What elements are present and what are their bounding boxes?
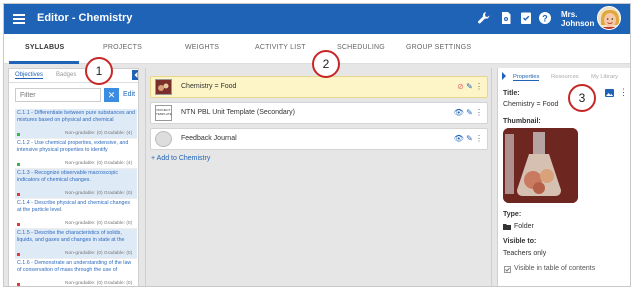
row-actions: 👁 ✎ ⋮ — [454, 134, 483, 143]
filter-input[interactable] — [15, 88, 101, 102]
content-row-chemistry-food[interactable]: Chemistry = Food ⊘ ✎ ⋮ — [150, 76, 488, 98]
standard-text: C.1.1 - Differentiate between pure subst… — [17, 110, 135, 123]
top-bar: Editor - Chemistry ? Mrs. Johnson — [4, 4, 630, 34]
clear-filter-icon[interactable]: ✕ — [104, 88, 119, 102]
user-name-line2: Johnson — [561, 19, 595, 28]
user-name[interactable]: Mrs. Johnson — [561, 10, 594, 28]
wrench-icon[interactable] — [477, 11, 491, 25]
thumbnail-image[interactable] — [503, 128, 578, 203]
status-dot-icon — [17, 163, 20, 166]
more-options-icon[interactable]: ⋮ — [619, 87, 628, 98]
more-options-icon[interactable]: ⋮ — [475, 134, 483, 143]
status-dot-icon — [17, 193, 20, 196]
content-row-feedback-journal[interactable]: Feedback Journal 👁 ✎ ⋮ — [150, 128, 488, 150]
callout-3: 3 — [568, 84, 596, 112]
app-window: Editor - Chemistry ? Mrs. Johnson SYLLAB… — [3, 3, 631, 287]
type-label: Type: — [503, 211, 522, 218]
tab-weights[interactable]: WEIGHTS — [185, 44, 219, 51]
active-tab-indicator — [9, 61, 79, 64]
list-item[interactable]: C.1.6 - Demonstrate an understanding of … — [15, 259, 137, 286]
title-label: Title: — [503, 90, 520, 97]
collapse-left-icon[interactable] — [132, 70, 139, 80]
standards-panel-tabs: Objectives Badges — [9, 69, 139, 83]
row-actions: 👁 ✎ ⋮ — [454, 108, 483, 117]
tab-projects[interactable]: PROJECTS — [103, 44, 142, 51]
checklist-icon[interactable] — [519, 11, 533, 25]
edit-standards-link[interactable]: Edit — [123, 91, 135, 98]
list-item[interactable]: C.1.1 - Differentiate between pure subst… — [15, 109, 137, 139]
tab-objectives[interactable]: Objectives — [15, 72, 44, 79]
tab-properties[interactable]: Properties — [513, 74, 540, 81]
status-dot-icon — [17, 223, 20, 226]
standard-text: C.1.3 - Recognize observable macroscopic… — [17, 170, 118, 183]
more-options-icon[interactable]: ⋮ — [475, 108, 483, 117]
visibility-icon[interactable]: 👁 — [454, 134, 464, 143]
journal-icon — [155, 131, 172, 147]
callout-2: 2 — [312, 50, 340, 78]
row-actions: ⊘ ✎ ⋮ — [457, 82, 483, 91]
standard-counts: Non-gradable: (0) Gradable: (4) — [65, 161, 133, 166]
status-dot-icon — [17, 283, 20, 286]
project-content-panel: Chemistry = Food ⊘ ✎ ⋮ PROJECT TEMPLATE … — [145, 68, 492, 286]
tab-badges[interactable]: Badges — [56, 72, 76, 78]
standard-counts: Non-gradable: (0) Gradable: (0) — [65, 191, 133, 196]
status-dot-icon — [17, 253, 20, 256]
toc-visibility-label: Visible in table of contents — [514, 265, 596, 272]
svg-text:?: ? — [542, 13, 548, 23]
visibility-icon[interactable]: 👁 — [454, 108, 464, 117]
tab-my-library[interactable]: My Library — [591, 74, 618, 80]
callout-1: 1 — [85, 57, 113, 85]
template-thumbnail-text: PROJECT TEMPLATE — [156, 108, 172, 116]
edit-pencil-icon[interactable]: ✎ — [466, 82, 473, 91]
image-icon[interactable] — [605, 89, 614, 97]
avatar[interactable] — [597, 6, 621, 30]
edit-pencil-icon[interactable]: ✎ — [466, 134, 473, 143]
standards-list: C.1.1 - Differentiate between pure subst… — [15, 109, 137, 286]
expand-right-icon[interactable] — [501, 72, 507, 80]
visible-to-label: Visible to: — [503, 238, 537, 245]
add-to-chemistry-link[interactable]: + Add to Chemistry — [151, 155, 210, 162]
title-value[interactable]: Chemistry = Food — [503, 101, 558, 108]
standard-text: C.1.6 - Demonstrate an understanding of … — [17, 260, 132, 273]
tab-group-settings[interactable]: GROUP SETTINGS — [406, 44, 471, 51]
standard-counts: Non-gradable: (0) Gradable: (0) — [65, 251, 133, 256]
standard-text: C.1.4 - Describe physical and chemical c… — [17, 200, 131, 213]
visible-to-value[interactable]: Teachers only — [503, 250, 546, 257]
type-value: Folder — [514, 223, 534, 230]
thumbnail-label: Thumbnail: — [503, 118, 541, 125]
list-item[interactable]: C.1.4 - Describe physical and chemical c… — [15, 199, 137, 229]
row-title: Feedback Journal — [181, 135, 237, 142]
status-dot-icon — [17, 133, 20, 136]
tab-syllabus[interactable]: SYLLABUS — [25, 44, 64, 51]
tab-resources[interactable]: Resources — [551, 74, 579, 80]
content-row-pbl-template[interactable]: PROJECT TEMPLATE NTN PBL Unit Template (… — [150, 102, 488, 124]
help-icon[interactable]: ? — [538, 11, 552, 25]
document-preview-icon[interactable] — [499, 11, 513, 25]
standard-text: C.1.2 - Use chemical properties, extensi… — [17, 140, 129, 153]
standard-counts: Non-gradable: (0) Gradable: (0) — [65, 281, 133, 286]
list-item[interactable]: C.1.2 - Use chemical properties, extensi… — [15, 139, 137, 169]
standard-counts: Non-gradable: (0) Gradable: (0) — [65, 221, 133, 226]
template-thumbnail: PROJECT TEMPLATE — [155, 105, 172, 121]
standards-panel: Objectives Badges ✕ Edit C.1.1 - Differe… — [8, 68, 139, 286]
row-title: NTN PBL Unit Template (Secondary) — [181, 109, 295, 116]
folder-icon — [503, 224, 511, 230]
visibility-off-icon[interactable]: ⊘ — [457, 82, 464, 91]
app-title: Editor - Chemistry — [37, 12, 133, 24]
checkbox-checked-icon[interactable] — [504, 266, 511, 273]
food-thumbnail — [155, 79, 172, 95]
tab-scheduling[interactable]: SCHEDULING — [337, 44, 385, 51]
more-options-icon[interactable]: ⋮ — [475, 82, 483, 91]
properties-panel: Properties Resources My Library Title: C… — [497, 68, 630, 286]
standard-counts: Non-gradable: (0) Gradable: (4) — [65, 131, 133, 136]
list-item[interactable]: C.1.5 - Describe the characteristics of … — [15, 229, 137, 259]
row-title: Chemistry = Food — [181, 83, 237, 90]
list-item[interactable]: C.1.3 - Recognize observable macroscopic… — [15, 169, 137, 199]
edit-pencil-icon[interactable]: ✎ — [466, 108, 473, 117]
tab-activity-list[interactable]: ACTIVITY LIST — [255, 44, 306, 51]
menu-icon[interactable] — [13, 14, 25, 24]
user-name-line1: Mrs. — [561, 10, 578, 19]
standard-text: C.1.5 - Describe the characteristics of … — [17, 230, 125, 243]
